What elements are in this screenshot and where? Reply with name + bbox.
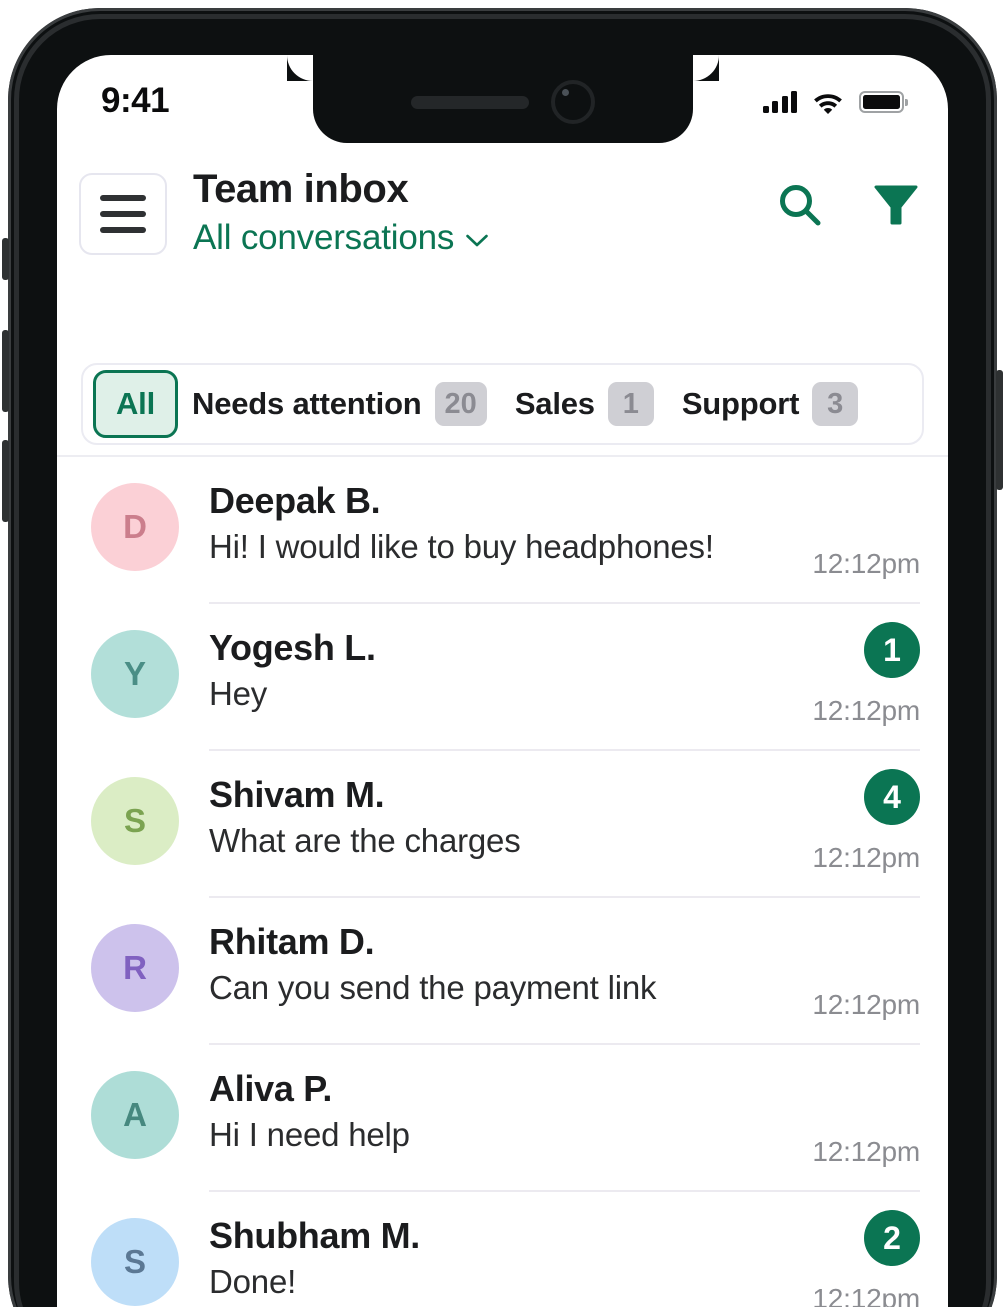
conversation-meta: 212:12pm <box>743 1214 920 1307</box>
conversation-filter-dropdown[interactable]: All conversations <box>193 218 776 258</box>
battery-full-icon <box>859 91 904 113</box>
tab-support-count: 3 <box>812 382 858 426</box>
header-titles: Team inbox All conversations <box>193 167 776 258</box>
conversation-body: Rhitam D.Can you send the payment link 12… <box>209 920 920 1045</box>
conversation-time: 12:12pm <box>812 989 920 1021</box>
filter-funnel-icon[interactable] <box>872 181 920 229</box>
conversation-texts: Aliva P.Hi I need help <box>209 1067 743 1168</box>
conversation-preview: What are the charges <box>209 820 743 863</box>
conversation-preview: Hi I need help <box>209 1114 743 1157</box>
volume-down-button[interactable] <box>2 440 9 522</box>
conversation-texts: Shivam M.What are the charges <box>209 773 743 874</box>
chevron-down-icon <box>466 234 488 247</box>
conversation-preview: Hi! I would like to buy headphones! <box>209 526 743 569</box>
phone-screen: 9:41 Team inbox <box>57 55 948 1307</box>
tab-sales[interactable]: Sales 1 <box>501 373 668 435</box>
tab-needs-attention-label: Needs attention <box>192 386 422 422</box>
conversation-body: Shubham M.Done!212:12pm <box>209 1214 920 1307</box>
conversation-meta: 112:12pm <box>743 626 920 727</box>
conversation-preview: Can you send the payment link <box>209 967 743 1010</box>
signal-bars-icon <box>763 91 798 113</box>
inbox-tabs: All Needs attention 20 Sales 1 Support 3 <box>81 363 924 445</box>
conversation-row[interactable]: SShivam M.What are the charges412:12pm <box>57 751 948 898</box>
avatar: S <box>91 777 179 865</box>
avatar: D <box>91 483 179 571</box>
conversation-body: Yogesh L.Hey112:12pm <box>209 626 920 751</box>
avatar: R <box>91 924 179 1012</box>
conversation-name: Aliva P. <box>209 1067 743 1111</box>
tab-all[interactable]: All <box>93 370 178 438</box>
conversation-meta: 12:12pm <box>743 1067 920 1168</box>
power-button[interactable] <box>996 370 1003 490</box>
avatar: A <box>91 1071 179 1159</box>
hamburger-menu-icon[interactable] <box>79 173 167 255</box>
status-icons <box>763 90 905 114</box>
unread-badge: 4 <box>864 769 920 825</box>
conversation-preview: Done! <box>209 1261 743 1304</box>
status-time: 9:41 <box>101 81 169 121</box>
conversation-meta: 12:12pm <box>743 479 920 580</box>
page-title: Team inbox <box>193 167 776 212</box>
header-actions <box>776 181 920 229</box>
conversation-texts: Rhitam D.Can you send the payment link <box>209 920 743 1021</box>
volume-up-button[interactable] <box>2 330 9 412</box>
avatar: Y <box>91 630 179 718</box>
conversation-name: Shivam M. <box>209 773 743 817</box>
unread-badge: 2 <box>864 1210 920 1266</box>
conversation-name: Deepak B. <box>209 479 743 523</box>
conversation-texts: Deepak B.Hi! I would like to buy headpho… <box>209 479 743 580</box>
notch-corner-left <box>287 55 313 81</box>
phone-mockup: 9:41 Team inbox <box>0 0 1005 1307</box>
tab-all-label: All <box>116 386 155 422</box>
conversation-time: 12:12pm <box>812 842 920 874</box>
tab-support-label: Support <box>682 386 799 422</box>
tab-support[interactable]: Support 3 <box>668 373 872 435</box>
conversation-row[interactable]: SShubham M.Done!212:12pm <box>57 1192 948 1307</box>
speaker-grille-icon <box>411 96 529 109</box>
conversation-body: Aliva P.Hi I need help 12:12pm <box>209 1067 920 1192</box>
conversation-body: Shivam M.What are the charges412:12pm <box>209 773 920 898</box>
silent-switch[interactable] <box>2 238 9 280</box>
conversation-time: 12:12pm <box>812 548 920 580</box>
conversation-time: 12:12pm <box>812 1283 920 1307</box>
phone-notch <box>313 55 693 143</box>
conversation-meta: 12:12pm <box>743 920 920 1021</box>
app-header: Team inbox All conversations <box>57 167 948 258</box>
conversation-row[interactable]: A Aliva P.Hi I need help 12:12pm <box>57 1045 948 1192</box>
conversation-row[interactable]: YYogesh L.Hey112:12pm <box>57 604 948 751</box>
conversation-filter-label: All conversations <box>193 218 454 258</box>
conversation-row[interactable]: R Rhitam D.Can you send the payment link 1… <box>57 898 948 1045</box>
conversation-time: 12:12pm <box>812 695 920 727</box>
front-camera-icon <box>551 80 595 124</box>
tab-sales-label: Sales <box>515 386 595 422</box>
avatar: S <box>91 1218 179 1306</box>
notch-corner-right <box>693 55 719 81</box>
search-icon[interactable] <box>776 181 824 229</box>
conversation-meta: 412:12pm <box>743 773 920 874</box>
conversation-name: Yogesh L. <box>209 626 743 670</box>
conversation-list[interactable]: D Deepak B.Hi! I would like to buy headph… <box>57 455 948 1307</box>
conversation-name: Shubham M. <box>209 1214 743 1258</box>
tab-needs-attention[interactable]: Needs attention 20 <box>178 373 501 435</box>
conversation-texts: Yogesh L.Hey <box>209 626 743 727</box>
wifi-icon <box>812 90 844 114</box>
tab-needs-attention-count: 20 <box>435 382 487 426</box>
conversation-name: Rhitam D. <box>209 920 743 964</box>
tab-sales-count: 1 <box>608 382 654 426</box>
conversation-texts: Shubham M.Done! <box>209 1214 743 1307</box>
conversation-body: Deepak B.Hi! I would like to buy headpho… <box>209 479 920 604</box>
conversation-row[interactable]: D Deepak B.Hi! I would like to buy headph… <box>57 457 948 604</box>
unread-badge: 1 <box>864 622 920 678</box>
conversation-time: 12:12pm <box>812 1136 920 1168</box>
conversation-preview: Hey <box>209 673 743 716</box>
